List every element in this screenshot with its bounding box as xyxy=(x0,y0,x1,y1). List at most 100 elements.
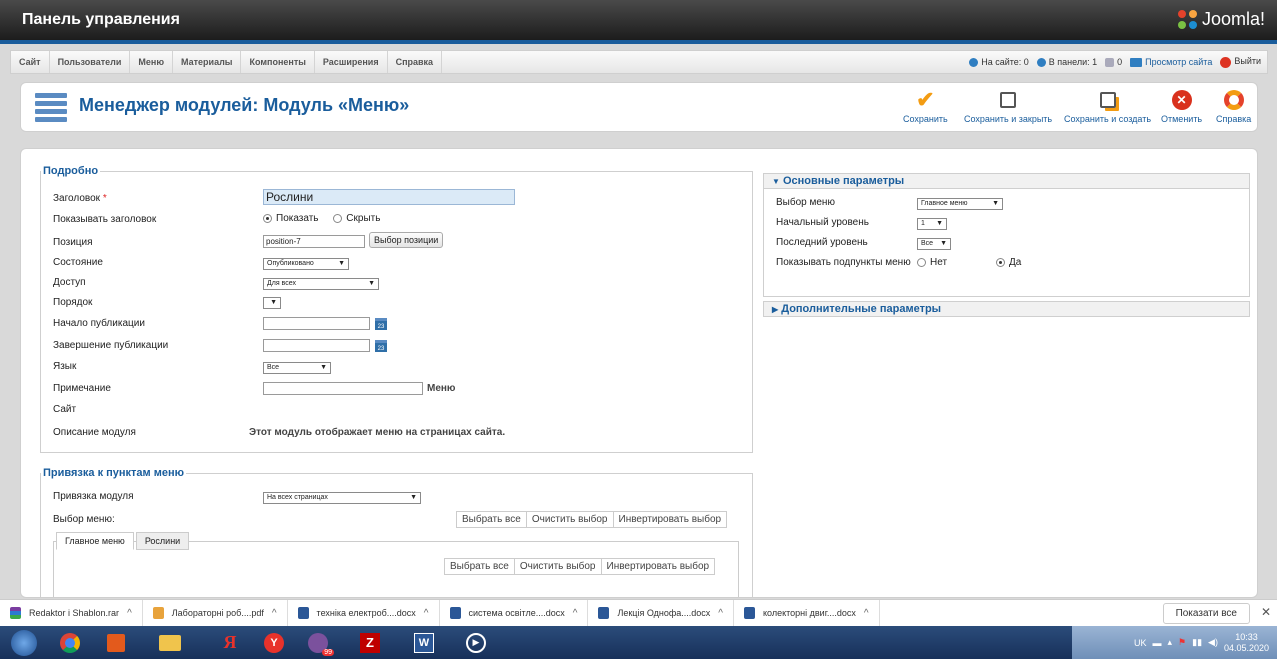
viber-taskbar-button[interactable]: 99 xyxy=(300,629,336,656)
word-icon xyxy=(598,607,610,619)
menu-assignment-fieldset: Привязка к пунктам меню Привязка модуля … xyxy=(40,467,753,597)
menu-menus[interactable]: Меню xyxy=(130,51,174,73)
folder-icon xyxy=(159,634,181,651)
invert-selection-button[interactable]: Инвертировать выбор xyxy=(614,512,727,527)
advanced-options-header[interactable]: ▶ Дополнительные параметры xyxy=(763,301,1250,317)
publish-down-input[interactable] xyxy=(263,339,370,355)
chevron-up-icon: ^ xyxy=(127,607,132,619)
invert-selection-button[interactable]: Инвертировать выбор xyxy=(602,559,715,574)
office-icon xyxy=(107,633,125,652)
download-item[interactable]: колекторні двиг....docx ^ xyxy=(734,599,880,627)
chevron-up-icon[interactable]: ▴ xyxy=(1168,637,1173,648)
state-label: Состояние xyxy=(53,257,103,268)
hide-radio[interactable]: Скрыть xyxy=(333,213,380,224)
cancel-button[interactable]: ✕ Отменить xyxy=(1161,89,1202,124)
save-icon xyxy=(964,89,1052,111)
menu-help[interactable]: Справка xyxy=(388,51,443,73)
calendar-icon[interactable]: 23 xyxy=(375,340,387,353)
ordering-select[interactable]: ▼ xyxy=(263,297,281,312)
clear-selection-button[interactable]: Очистить выбор xyxy=(515,559,602,574)
select-position-button[interactable]: Выбор позиции xyxy=(369,232,444,248)
messages-count[interactable]: 0 xyxy=(1105,57,1122,68)
logout-icon xyxy=(1220,56,1232,68)
calendar-icon[interactable]: 23 xyxy=(375,318,387,331)
logout-link[interactable]: Выйти xyxy=(1220,56,1261,68)
show-radio[interactable]: Показать xyxy=(263,213,319,224)
download-item[interactable]: Redaktor i Shablon.rar ^ xyxy=(0,599,143,627)
clock[interactable]: 10:33 04.05.2020 xyxy=(1224,632,1269,654)
word-icon xyxy=(449,607,461,619)
clear-selection-button[interactable]: Очистить выбор xyxy=(527,512,614,527)
language-select[interactable]: Все ▼ xyxy=(263,361,331,374)
page-toolbar: Менеджер модулей: Модуль «Меню» ✔ Сохран… xyxy=(20,82,1258,132)
help-button[interactable]: Справка xyxy=(1216,89,1251,124)
media-player-taskbar-button[interactable]: ▶ xyxy=(458,629,494,656)
chrome-taskbar-button[interactable] xyxy=(52,629,88,656)
monitor-icon xyxy=(1130,58,1143,68)
save-button[interactable]: ✔ Сохранить xyxy=(903,87,948,124)
download-item[interactable]: система освітле....docx ^ xyxy=(440,599,589,627)
position-input[interactable]: position-7 xyxy=(263,235,365,248)
filezilla-taskbar-button[interactable]: Z xyxy=(352,629,388,656)
explorer-taskbar-button[interactable] xyxy=(152,629,188,656)
word-taskbar-button[interactable]: W xyxy=(406,629,442,656)
office-taskbar-button[interactable] xyxy=(98,629,134,656)
details-legend: Подробно xyxy=(43,165,99,177)
start-button[interactable] xyxy=(6,629,42,656)
menu-components[interactable]: Компоненты xyxy=(241,51,315,73)
menu-content[interactable]: Материалы xyxy=(173,51,242,73)
menu-extensions[interactable]: Расширения xyxy=(315,51,388,73)
language-indicator[interactable]: UK xyxy=(1134,638,1147,648)
show-all-button[interactable]: Показати все xyxy=(1162,603,1250,624)
publish-up-label: Начало публикации xyxy=(53,318,145,329)
chevron-up-icon: ^ xyxy=(863,607,869,619)
basic-options-header[interactable]: ▼ Основные параметры xyxy=(763,173,1250,189)
save-new-button[interactable]: Сохранить и создать xyxy=(1064,89,1151,124)
pdf-icon xyxy=(152,607,164,619)
note-label: Примечание xyxy=(53,383,111,394)
yandex-taskbar-button[interactable]: Я xyxy=(212,629,248,656)
title-input[interactable]: Рослини xyxy=(263,189,515,205)
network-icon[interactable]: ▮▮ xyxy=(1192,637,1202,648)
word-icon xyxy=(743,607,755,619)
caret-right-icon: ▶ xyxy=(772,305,779,314)
end-level-select[interactable]: Все ▼ xyxy=(917,237,951,250)
chevron-up-icon: ^ xyxy=(271,607,277,619)
note-input[interactable] xyxy=(263,382,423,398)
view-site-link[interactable]: Просмотр сайта xyxy=(1130,57,1212,68)
mail-icon xyxy=(1105,58,1115,68)
main-menu: Сайт Пользователи Меню Материалы Компоне… xyxy=(10,50,1268,74)
site-label: Сайт xyxy=(53,404,77,415)
download-item[interactable]: техніка електроб....docx ^ xyxy=(288,599,440,627)
access-select[interactable]: Для всех ▼ xyxy=(263,277,379,290)
menu-users[interactable]: Пользователи xyxy=(50,51,131,73)
volume-icon[interactable]: ◀) xyxy=(1208,637,1218,648)
state-select[interactable]: Опубликовано ▼ xyxy=(263,257,349,270)
admin-header: Панель управления Joomla! xyxy=(0,0,1277,44)
lifebuoy-icon xyxy=(1216,89,1251,111)
start-level-select[interactable]: 1 ▼ xyxy=(917,217,947,230)
select-all-button[interactable]: Выбрать все xyxy=(457,512,527,527)
publish-up-input[interactable] xyxy=(263,317,370,333)
title-label: Заголовок * xyxy=(53,193,107,204)
joomla-logo-text: Joomla! xyxy=(1201,9,1265,29)
download-item[interactable]: Лабораторні роб....pdf ^ xyxy=(143,599,288,627)
tab-roslyny[interactable]: Рослини xyxy=(135,532,190,550)
select-all-button[interactable]: Выбрать все xyxy=(445,559,515,574)
word-icon: W xyxy=(414,632,434,653)
download-item[interactable]: Лекція Однофа....docx ^ xyxy=(588,599,734,627)
menu-select-buttons: Выбрать все Очистить выбор Инвертировать… xyxy=(456,511,728,528)
yandex-browser-taskbar-button[interactable]: Y xyxy=(256,629,292,656)
show-subitems-no[interactable]: Нет xyxy=(917,257,947,268)
module-assignment-select[interactable]: На всех страницах ▼ xyxy=(263,491,421,504)
users-online-site: На сайте: 0 xyxy=(969,57,1029,68)
menu-select[interactable]: Главное меню ▼ xyxy=(917,197,1003,210)
check-icon: ✔ xyxy=(916,87,935,112)
close-icon[interactable]: ✕ xyxy=(1261,605,1271,619)
save-close-button[interactable]: Сохранить и закрыть xyxy=(964,89,1052,124)
show-subitems-yes[interactable]: Да xyxy=(996,257,1021,268)
menu-site[interactable]: Сайт xyxy=(11,51,50,73)
ordering-label: Порядок xyxy=(53,297,93,308)
flag-icon[interactable]: ⚑ xyxy=(1178,637,1186,648)
tab-main-menu[interactable]: Главное меню xyxy=(56,532,134,550)
